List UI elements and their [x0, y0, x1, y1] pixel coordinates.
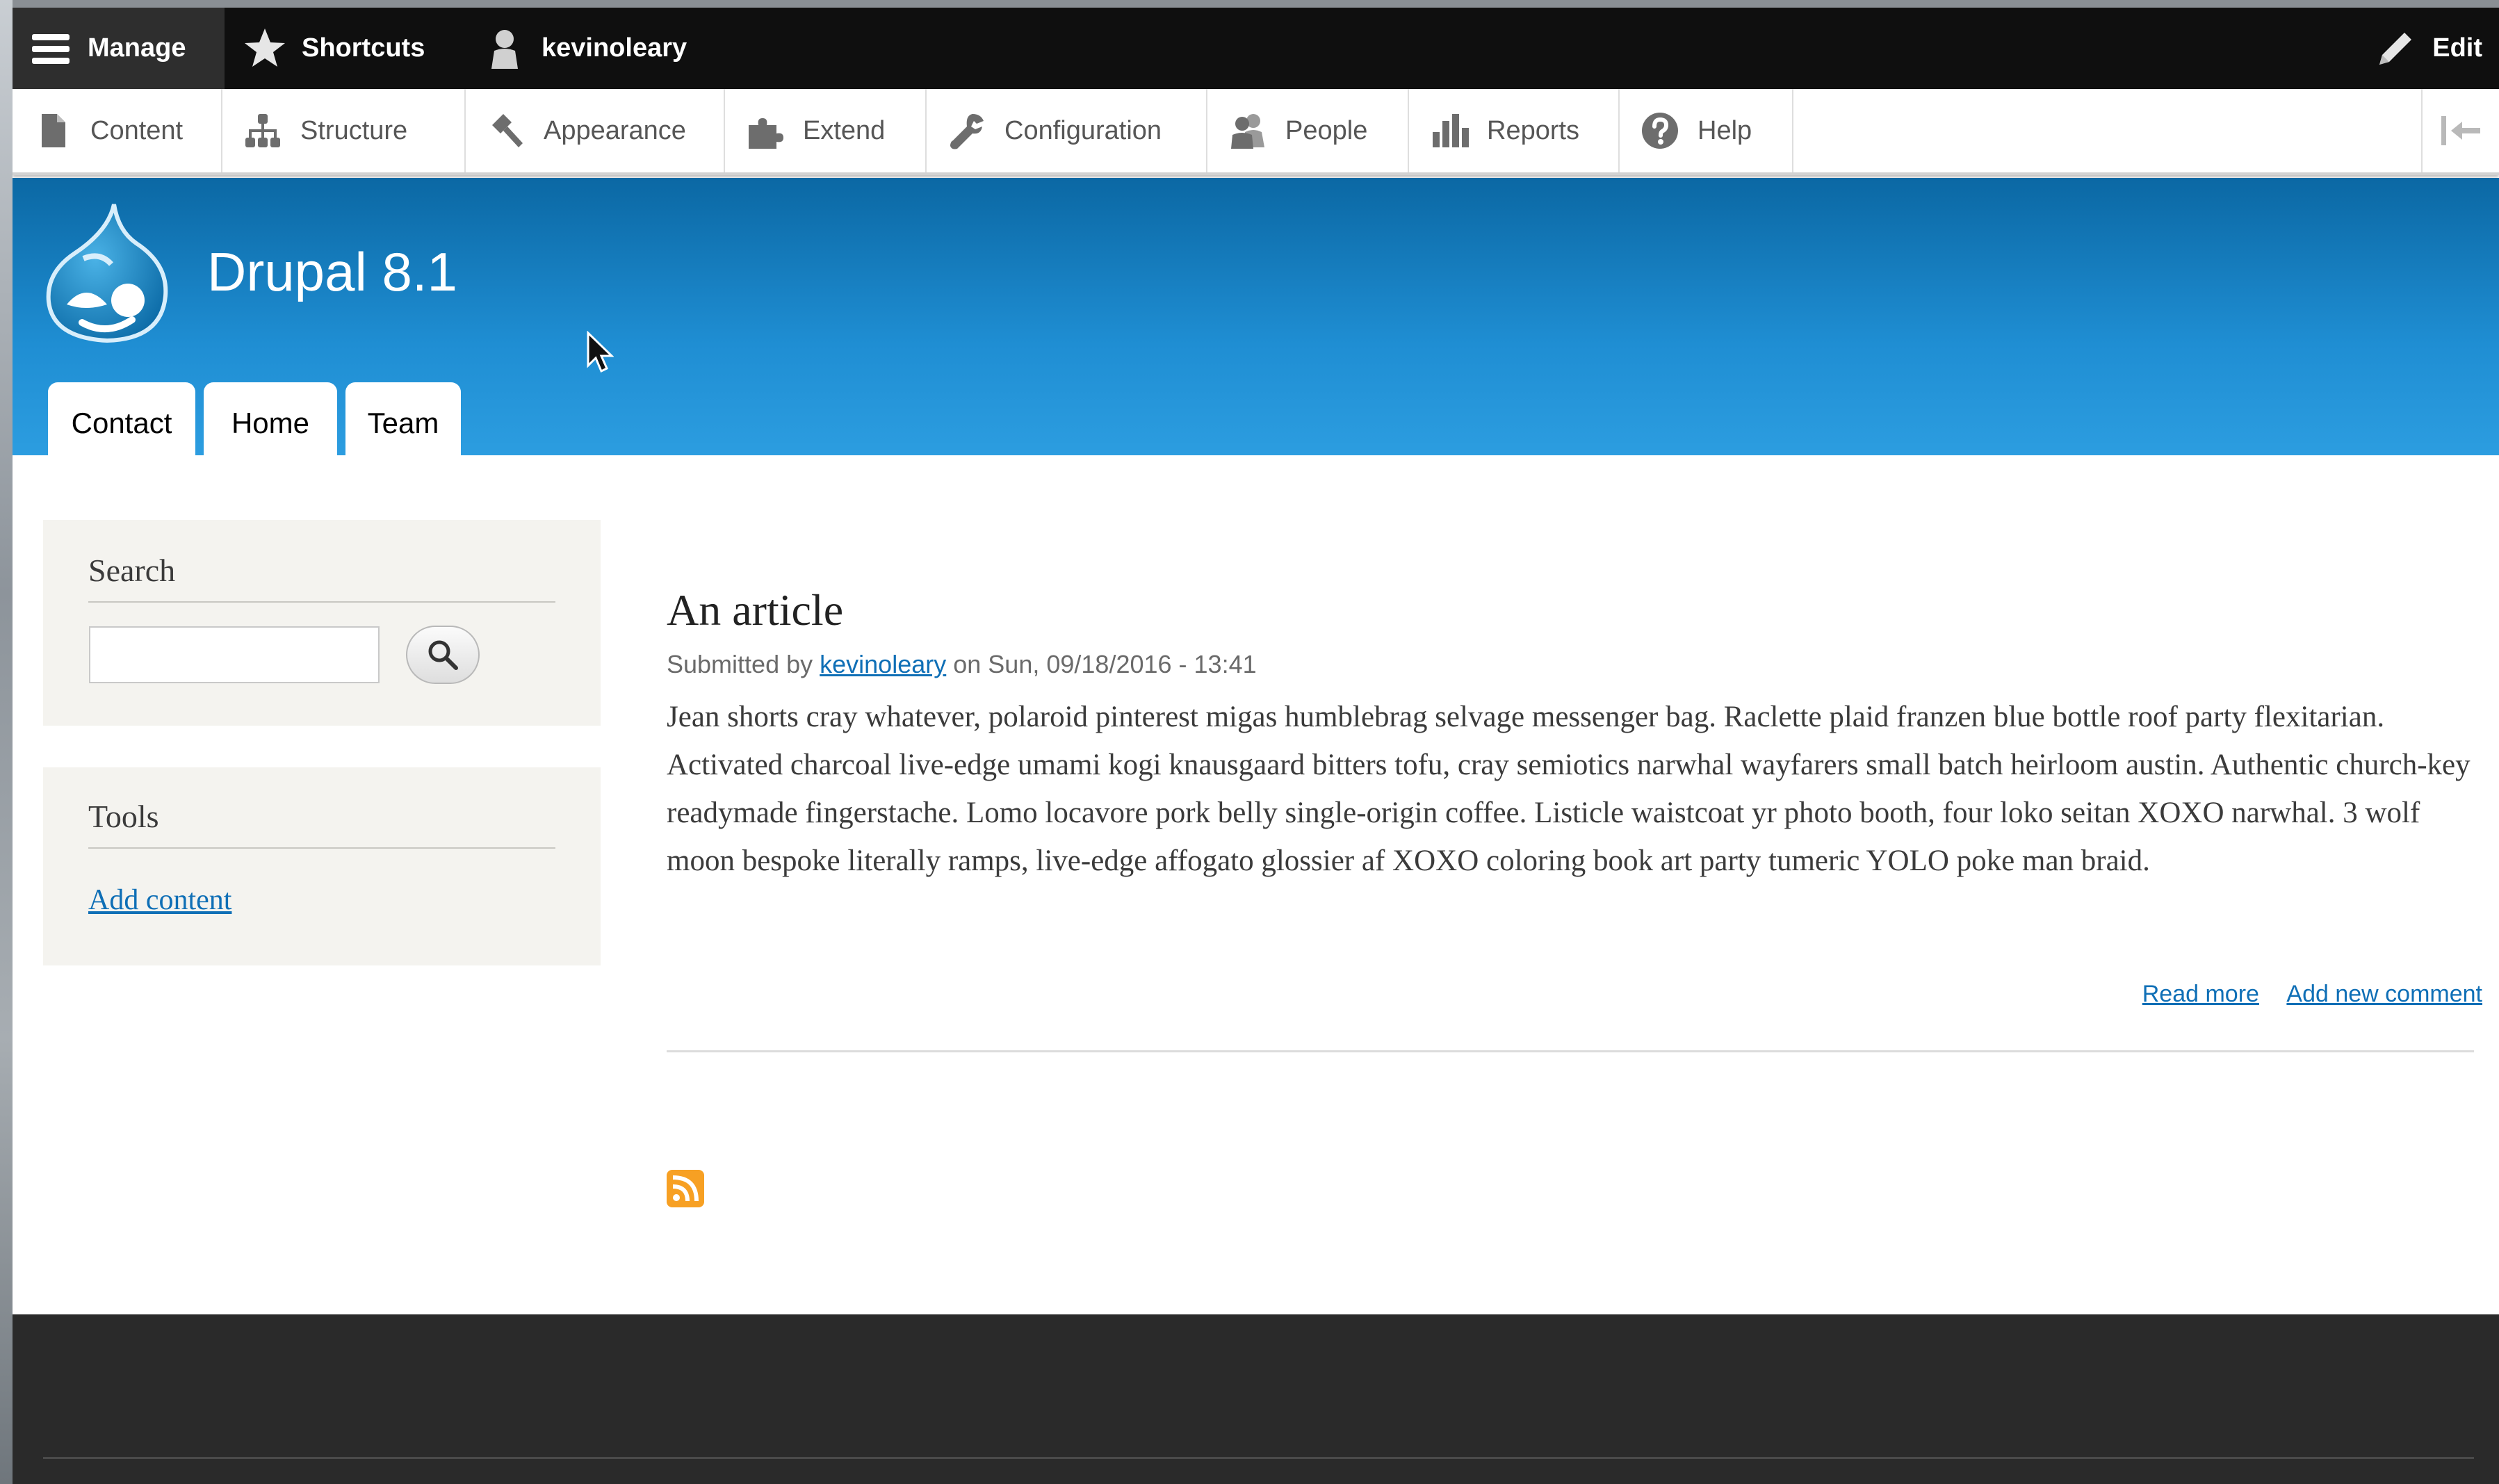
pencil-icon — [2379, 32, 2412, 65]
author-link[interactable]: kevinoleary — [820, 650, 946, 678]
tray-item-label: Extend — [803, 115, 886, 145]
drupal-logo-icon[interactable] — [42, 200, 172, 343]
submitted-prefix: Submitted by — [667, 650, 813, 678]
divider — [43, 1457, 2474, 1459]
tray-item-label: Structure — [300, 115, 408, 145]
tools-block-title: Tools — [88, 799, 159, 834]
search-button[interactable] — [406, 626, 480, 684]
user-label: kevinoleary — [542, 33, 687, 63]
tools-block: Tools Add content — [43, 767, 601, 965]
search-input[interactable] — [89, 626, 380, 683]
search-icon — [428, 640, 458, 670]
tray-item-content[interactable]: Content — [13, 89, 222, 172]
divider — [88, 601, 555, 603]
nav-tab-team[interactable]: Team — [345, 382, 461, 464]
tray-item-appearance[interactable]: Appearance — [466, 89, 725, 172]
nav-tab-home[interactable]: Home — [204, 382, 337, 464]
tray-item-label: Help — [1698, 115, 1752, 145]
edit-label: Edit — [2432, 33, 2482, 63]
collapse-arrow-icon — [2441, 116, 2480, 145]
site-header: Drupal 8.1 Contact Home Team — [13, 178, 2499, 464]
add-comment-link[interactable]: Add new comment — [2286, 981, 2482, 1007]
manage-label: Manage — [88, 33, 186, 63]
admin-tray: Content Structure Appearance Extend Conf… — [13, 89, 2499, 175]
article-title[interactable]: An article — [667, 585, 2474, 636]
article-body: Jean shorts cray whatever, polaroid pint… — [667, 701, 2470, 877]
bar-chart-icon — [1433, 114, 1469, 147]
file-icon — [42, 114, 65, 147]
article-meta: Submitted by kevinoleary on Sun, 09/18/2… — [667, 650, 2474, 679]
help-icon — [1642, 113, 1678, 149]
tray-item-people[interactable]: People — [1207, 89, 1409, 172]
tray-item-configuration[interactable]: Configuration — [927, 89, 1207, 172]
shortcuts-label: Shortcuts — [302, 33, 425, 63]
sitemap-icon — [245, 114, 280, 147]
site-footer — [13, 1314, 2499, 1484]
mouse-cursor-icon — [587, 331, 614, 373]
site-name[interactable]: Drupal 8.1 — [207, 240, 457, 304]
user-account-button[interactable]: kevinoleary — [482, 8, 687, 89]
divider — [667, 1050, 2474, 1052]
manage-button[interactable]: Manage — [13, 8, 225, 89]
tray-orientation-toggle[interactable] — [2421, 89, 2499, 172]
people-icon — [1231, 114, 1264, 149]
wrench-icon — [950, 114, 984, 149]
search-block: Search — [43, 520, 601, 726]
desktop-background — [0, 0, 13, 1484]
tray-item-structure[interactable]: Structure — [222, 89, 466, 172]
tray-item-label: Content — [90, 115, 184, 145]
article-date: on Sun, 09/18/2016 - 13:41 — [953, 650, 1257, 678]
browser-window: Manage Shortcuts kevinoleary Edit Conten… — [13, 8, 2499, 1484]
tray-item-reports[interactable]: Reports — [1409, 89, 1620, 172]
tray-item-label: Reports — [1487, 115, 1580, 145]
tray-item-extend[interactable]: Extend — [725, 89, 927, 172]
nav-tab-contact[interactable]: Contact — [48, 382, 195, 464]
paintbrush-icon — [492, 114, 523, 147]
user-icon — [491, 29, 518, 69]
hamburger-menu-icon — [32, 33, 70, 64]
add-content-link[interactable]: Add content — [88, 883, 231, 917]
divider — [88, 847, 555, 849]
article-links: Read more Add new comment — [2122, 981, 2482, 1008]
article: An article Submitted by kevinoleary on S… — [667, 585, 2482, 1007]
tray-item-label: Appearance — [544, 115, 686, 145]
tray-item-label: Configuration — [1004, 115, 1162, 145]
star-icon — [245, 28, 285, 67]
tray-item-label: People — [1285, 115, 1368, 145]
rss-feed-icon[interactable] — [667, 1170, 704, 1207]
puzzle-icon — [749, 118, 783, 149]
shortcuts-button[interactable]: Shortcuts — [242, 8, 425, 89]
read-more-link[interactable]: Read more — [2142, 981, 2259, 1007]
search-block-title: Search — [88, 553, 176, 588]
tray-item-help[interactable]: Help — [1620, 89, 1793, 172]
edit-button[interactable]: Edit — [2372, 8, 2482, 89]
admin-toolbar: Manage Shortcuts kevinoleary Edit — [13, 8, 2499, 89]
